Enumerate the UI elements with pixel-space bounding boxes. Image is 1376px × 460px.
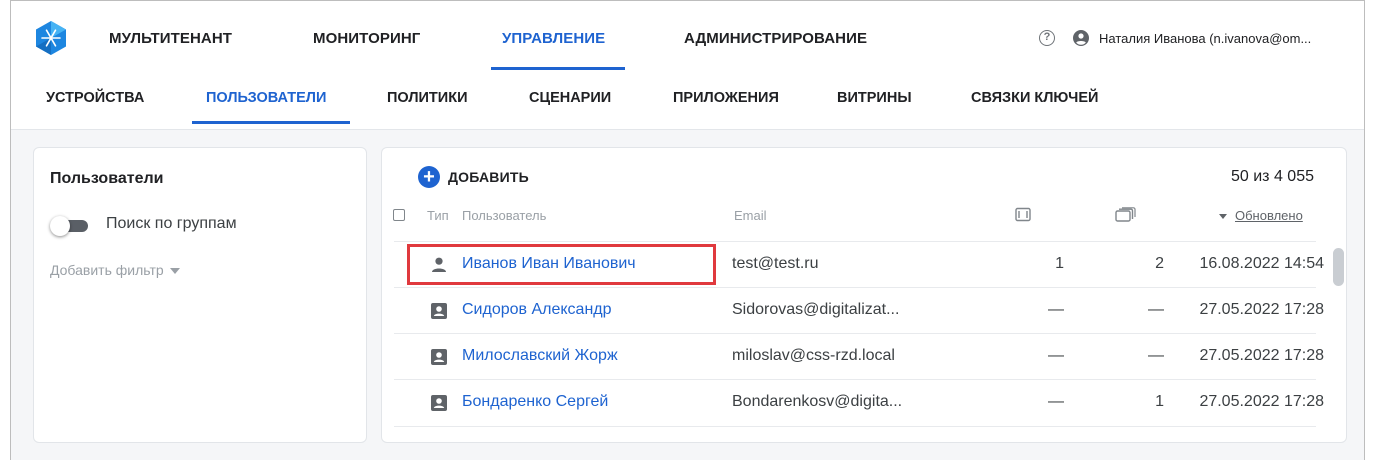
tab-devices[interactable]: УСТРОЙСТВА: [46, 90, 144, 106]
contact-card-icon: [431, 349, 447, 365]
app-logo-icon[interactable]: [33, 20, 69, 56]
user-name-link[interactable]: Милославский Жорж: [462, 347, 618, 365]
group-search-toggle[interactable]: [50, 216, 90, 236]
select-all-checkbox[interactable]: [393, 209, 405, 221]
table-row[interactable]: Милославский Жорж miloslav@css-rzd.local…: [394, 333, 1324, 380]
user-name-link[interactable]: Иванов Иван Иванович: [462, 255, 636, 273]
devices-count: —: [1048, 301, 1064, 318]
active-tab-indicator: [491, 67, 625, 70]
caret-down-icon: [169, 268, 180, 275]
column-header-updated-label: Обновлено: [1235, 208, 1303, 223]
user-name-link[interactable]: Сидоров Александр: [462, 301, 612, 319]
add-user-label: ДОБАВИТЬ: [448, 169, 529, 185]
add-filter-dropdown[interactable]: Добавить фильтр: [50, 262, 180, 278]
contact-card-icon: [431, 395, 447, 411]
column-header-user[interactable]: Пользователь: [462, 208, 546, 223]
updated-date: 16.08.2022 14:54: [1199, 255, 1324, 272]
user-email: miloslav@css-rzd.local: [732, 347, 895, 364]
sort-desc-icon: [1219, 214, 1227, 220]
user-email: Bondarenkosv@digita...: [732, 393, 903, 410]
add-user-button[interactable]: + ДОБАВИТЬ: [418, 166, 529, 188]
groups-count: —: [1148, 301, 1164, 318]
tab-scenarios[interactable]: СЦЕНАРИИ: [529, 90, 611, 106]
devices-count: —: [1048, 393, 1064, 410]
table-row[interactable]: Сидоров Александр Sidorovas@digitalizat.…: [394, 287, 1324, 334]
tab-applications[interactable]: ПРИЛОЖЕНИЯ: [673, 90, 779, 106]
tab-showcases[interactable]: ВИТРИНЫ: [837, 90, 912, 106]
app-frame: МУЛЬТИТЕНАНТ МОНИТОРИНГ УПРАВЛЕНИЕ АДМИН…: [10, 0, 1365, 460]
plus-circle-icon: +: [418, 166, 440, 188]
group-search-label: Поиск по группам: [106, 215, 237, 232]
filter-panel-title: Пользователи: [50, 170, 164, 187]
column-header-type[interactable]: Тип: [427, 208, 449, 223]
table-row[interactable]: Бондаренко Сергей Bondarenkosv@digita...…: [394, 379, 1324, 427]
top-nav: МУЛЬТИТЕНАНТ МОНИТОРИНГ УПРАВЛЕНИЕ АДМИН…: [11, 1, 1364, 74]
stacked-cards-icon[interactable]: [1114, 207, 1136, 223]
users-panel: + ДОБАВИТЬ 50 из 4 055 Тип Пользователь …: [381, 147, 1347, 443]
devices-icon[interactable]: [1014, 207, 1032, 223]
groups-count: 1: [1155, 393, 1164, 410]
person-icon: [432, 257, 446, 272]
account-circle-icon[interactable]: [1073, 30, 1089, 46]
devices-count: —: [1048, 347, 1064, 364]
user-name-link[interactable]: Бондаренко Сергей: [462, 393, 608, 411]
groups-count: —: [1148, 347, 1164, 364]
updated-date: 27.05.2022 17:28: [1199, 347, 1324, 364]
tab-administration[interactable]: АДМИНИСТРИРОВАНИЕ: [684, 30, 867, 47]
column-header-email[interactable]: Email: [734, 208, 767, 223]
tab-policies[interactable]: ПОЛИТИКИ: [387, 90, 468, 106]
devices-count: 1: [1055, 255, 1064, 272]
tab-users[interactable]: ПОЛЬЗОВАТЕЛИ: [206, 90, 326, 106]
current-user-name[interactable]: Наталия Иванова (n.ivanova@om...: [1099, 31, 1311, 46]
user-email: test@test.ru: [732, 255, 819, 272]
toggle-knob: [50, 216, 70, 236]
contact-card-icon: [431, 303, 447, 319]
active-subtab-indicator: [192, 121, 350, 124]
tab-multitenant[interactable]: МУЛЬТИТЕНАНТ: [109, 30, 232, 47]
updated-date: 27.05.2022 17:28: [1199, 301, 1324, 318]
table-scrollbar-thumb[interactable]: [1333, 248, 1344, 286]
tab-monitoring[interactable]: МОНИТОРИНГ: [313, 30, 420, 47]
column-header-updated[interactable]: Обновлено: [1219, 208, 1303, 223]
tab-management[interactable]: УПРАВЛЕНИЕ: [502, 30, 605, 47]
table-row[interactable]: Иванов Иван Иванович test@test.ru 1 2 16…: [394, 241, 1324, 288]
add-filter-label: Добавить фильтр: [50, 262, 164, 278]
results-count: 50 из 4 055: [1231, 168, 1314, 185]
tab-keychains[interactable]: СВЯЗКИ КЛЮЧЕЙ: [971, 90, 1098, 106]
sub-nav: УСТРОЙСТВА ПОЛЬЗОВАТЕЛИ ПОЛИТИКИ СЦЕНАРИ…: [11, 73, 1364, 130]
filter-panel: Пользователи Поиск по группам Добавить ф…: [33, 147, 367, 443]
question-circle-icon[interactable]: ?: [1039, 30, 1055, 46]
user-email: Sidorovas@digitalizat...: [732, 301, 900, 318]
groups-count: 2: [1155, 255, 1164, 272]
updated-date: 27.05.2022 17:28: [1199, 393, 1324, 410]
